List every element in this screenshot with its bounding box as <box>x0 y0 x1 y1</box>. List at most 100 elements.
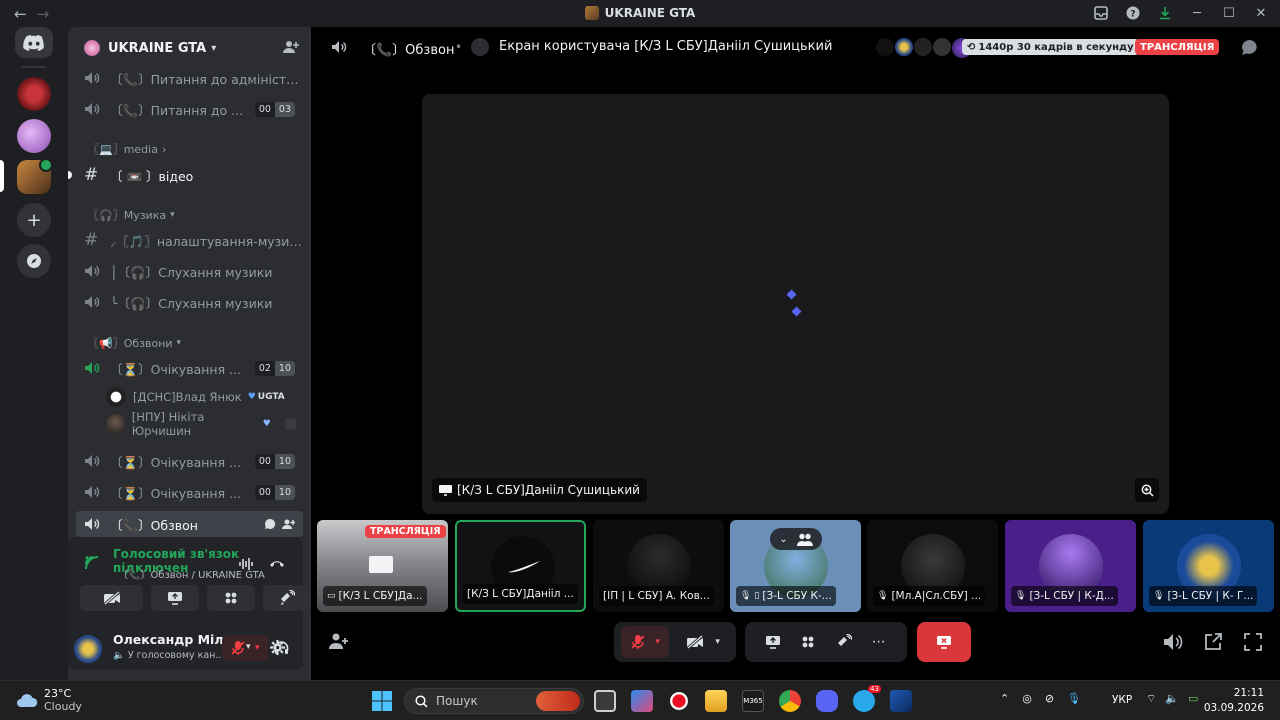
user-count-badge: 02 10 <box>254 360 295 376</box>
voice-member[interactable]: [ДСНС]Влад Янюк ♥ UGTA <box>106 386 296 408</box>
leave-call-button[interactable] <box>917 622 971 662</box>
channel-waiting-2[interactable]: 〔⏳〕Очікування ... 00 10 <box>76 448 303 474</box>
add-member-icon[interactable] <box>283 39 299 55</box>
server-icon-anime[interactable] <box>17 119 51 153</box>
screen-share-button[interactable] <box>151 585 199 611</box>
discord-taskbar-icon[interactable] <box>816 690 838 712</box>
channel-music-listening-2[interactable]: ╰〔🎧〕Слухання музики <box>76 289 303 315</box>
mute-toggle[interactable]: ▾ <box>222 635 268 661</box>
server-icon-red[interactable] <box>17 77 51 111</box>
download-icon[interactable] <box>1156 4 1174 22</box>
maximize-icon[interactable]: ☐ <box>1220 4 1238 22</box>
noise-suppression-icon[interactable] <box>238 557 254 571</box>
invite-icon[interactable] <box>282 518 295 530</box>
fullscreen-icon[interactable] <box>1244 633 1262 651</box>
user-status: 🔈 У голосовому кан... <box>113 650 225 661</box>
server-avatar <box>84 40 100 56</box>
add-server-icon[interactable]: + <box>17 203 51 237</box>
participant-tile[interactable]: [К/З L СБУ]Данііл ... <box>455 520 586 612</box>
explore-icon[interactable] <box>17 244 51 278</box>
sync-off-icon[interactable]: ⊘ <box>1045 692 1054 705</box>
record-app-icon[interactable] <box>668 690 690 712</box>
main-call-area: 〔📞〕Обзвон • Екран користувача [К/З L СБУ… <box>311 27 1280 680</box>
weather-widget[interactable]: 23°C Cloudy <box>16 687 82 713</box>
activity-icon <box>284 418 296 430</box>
app-tray-icon[interactable]: ◎ <box>1022 692 1032 705</box>
channel-obzvon[interactable]: 〔📞〕Обзвон <box>76 511 303 537</box>
channel-admin-questions-1[interactable]: 〔📞〕Питання до адміністрації <box>76 65 303 91</box>
zoom-button[interactable] <box>1135 478 1159 502</box>
zoom-icon <box>1141 484 1154 497</box>
soundboard-icon[interactable] <box>836 634 852 650</box>
stream-stage[interactable]: [К/З L СБУ]Данііл Сушицький <box>422 94 1169 514</box>
tile-collapse-toggle[interactable]: ⌄ <box>770 528 822 550</box>
category-music[interactable]: 〖🎧〗Музика ▾ <box>88 207 175 223</box>
channel-waiting-1[interactable]: 〔⏳〕Очікування ... 02 10 <box>76 355 303 381</box>
server-header[interactable]: UKRAINE GTA ▾ <box>68 27 311 69</box>
chevron-down-icon[interactable]: ▾ <box>246 642 251 652</box>
user-name[interactable]: Олександр Міл... <box>113 632 238 647</box>
speaker-icon: 🔈 <box>1165 692 1180 705</box>
screen-share-icon[interactable] <box>765 635 781 649</box>
minimize-icon[interactable]: ─ <box>1188 4 1206 22</box>
channel-video[interactable]: # 〔 📼 〕відео <box>76 162 303 188</box>
signal-icon[interactable] <box>84 553 102 571</box>
search-icon <box>415 694 428 708</box>
discord-home-icon[interactable] <box>15 27 53 58</box>
participant-tile[interactable]: [ІП | L СБУ] А. Ков... <box>593 520 724 612</box>
media-controls: ▾ ▾ <box>614 622 736 662</box>
video-off-button[interactable] <box>80 585 143 611</box>
store-icon[interactable] <box>631 690 653 712</box>
channel-music-settings[interactable]: # ⸝〖🎵〗налаштування-музики <box>76 227 303 253</box>
activities-icon[interactable] <box>801 635 815 649</box>
viewer-avatars[interactable] <box>876 38 972 58</box>
mute-button[interactable]: ▾ <box>621 626 669 658</box>
microphone-icon[interactable]: 🎙 <box>1067 692 1081 705</box>
window-title: UKRAINE GTA <box>0 6 1280 20</box>
close-icon[interactable]: ✕ <box>1252 4 1270 22</box>
chevron-down-icon: ▾ <box>715 637 720 647</box>
soundboard-button[interactable] <box>263 585 311 611</box>
quick-settings-icons[interactable]: ⌔ 🔈 ▭ <box>1146 692 1198 706</box>
taskbar-search[interactable]: Пошук <box>404 688 584 714</box>
channel-admin-questions-2[interactable]: 〔📞〕Питання до ... 00 03 <box>76 96 303 122</box>
chevron-right-icon: › <box>161 142 167 156</box>
more-icon[interactable]: ⋯ <box>872 634 887 650</box>
participant-tile[interactable]: 🎙 [З-L СБУ | К-Д... <box>1005 520 1136 612</box>
channel-waiting-3[interactable]: 〔⏳〕Очікування ... 00 10 <box>76 479 303 505</box>
clock[interactable]: 21:11 03.09.2026 <box>1204 686 1264 716</box>
avatar[interactable] <box>74 635 102 663</box>
volume-icon[interactable] <box>1163 633 1183 651</box>
participant-tile[interactable]: 🎙 [Мл.А|Сл.СБУ] ... <box>867 520 998 612</box>
server-icon-ukraine-gta[interactable] <box>17 158 53 194</box>
chat-icon[interactable] <box>264 518 276 530</box>
activities-button[interactable] <box>207 585 255 611</box>
settings-gear-icon[interactable] <box>269 639 286 656</box>
task-view-icon[interactable] <box>594 690 616 712</box>
help-icon[interactable]: ? <box>1124 4 1142 22</box>
voice-channel-icon <box>84 71 102 85</box>
camera-button[interactable]: ▾ <box>675 626 731 658</box>
participant-tile[interactable]: ТРАНСЛЯЦІЯ ▭ [К/З L СБУ]Да... <box>317 520 448 612</box>
voice-member[interactable]: [НПУ] Нікіта Юрчишин ♥ <box>106 410 296 438</box>
chevron-down-icon: ▾ <box>176 338 182 348</box>
category-calls[interactable]: 〖📢〗Обзвони ▾ <box>88 335 181 351</box>
chrome-icon[interactable] <box>779 690 801 712</box>
input-language[interactable]: УКР <box>1112 694 1132 706</box>
m365-icon[interactable]: M365 <box>742 690 764 712</box>
unread-indicator <box>68 171 72 179</box>
category-media[interactable]: 〖💻〗media › <box>88 141 166 157</box>
telegram-icon[interactable]: 43 <box>853 685 881 712</box>
chevron-up-icon[interactable]: ⌃ <box>1000 692 1009 705</box>
channel-music-listening-1[interactable]: │〔🎧〕Слухання музики <box>76 258 303 284</box>
pop-out-icon[interactable] <box>1204 633 1222 651</box>
add-people-icon[interactable] <box>329 632 349 650</box>
inbox-icon[interactable] <box>1092 4 1110 22</box>
participant-tile[interactable]: 🎙 [З-L СБУ | К- Г... <box>1143 520 1274 612</box>
file-explorer-icon[interactable] <box>705 690 727 712</box>
participant-tile[interactable]: ⌄ 🎙 ▯ [З-L СБУ К-... <box>730 520 861 612</box>
chat-bubble-icon[interactable] <box>1241 39 1259 56</box>
windows-start-icon[interactable] <box>371 690 393 712</box>
disconnect-icon[interactable] <box>269 559 285 569</box>
app-icon[interactable] <box>890 690 912 712</box>
